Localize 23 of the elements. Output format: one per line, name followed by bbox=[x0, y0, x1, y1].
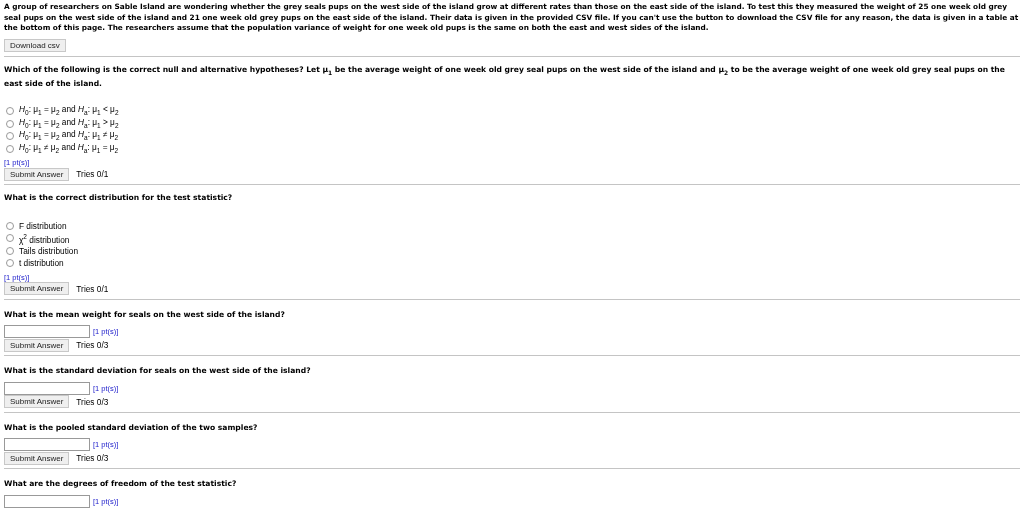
option-label: χ$^{2}$ distribution bbox=[19, 231, 70, 245]
tries-label: Tries 0/1 bbox=[76, 169, 109, 179]
option-label: H$_{0}$: μ$_{1}$ ≠ μ$_{2}$ and H$_{a}$: μ$_{1}$ = μ$_{2}$ bbox=[19, 141, 119, 156]
tries-label: Tries 0/3 bbox=[76, 340, 109, 350]
answer-field[interactable] bbox=[4, 381, 90, 395]
tries-label: Tries 0/3 bbox=[76, 453, 109, 463]
submit-button[interactable]: Submit Answer bbox=[4, 395, 70, 408]
download-button[interactable]: Download csv bbox=[4, 38, 66, 52]
submit-button[interactable]: Submit Answer bbox=[4, 282, 70, 295]
option-label: F distribution bbox=[19, 220, 67, 231]
submit-button[interactable]: Submit Answer bbox=[4, 338, 70, 352]
option-label: H$_{0}$: μ$_{1}$ = μ$_{2}$ and H$_{a}$: μ$_{1}$ < μ$_{2}$ bbox=[19, 104, 119, 118]
option-label: Tails distribution bbox=[19, 245, 79, 256]
submit-button[interactable]: Submit Answer bbox=[4, 167, 70, 181]
answer-field[interactable] bbox=[4, 438, 90, 451]
answer-field[interactable] bbox=[4, 325, 90, 338]
option-label: H$_{0}$: μ$_{1}$ = μ$_{2}$ and H$_{a}$: μ$_{1}$ > μ$_{2}$ bbox=[19, 116, 119, 130]
tries-label: Tries 0/3 bbox=[76, 396, 109, 407]
answer-field[interactable] bbox=[4, 494, 90, 508]
tries-label: Tries 0/1 bbox=[76, 283, 109, 294]
option-label: t distribution bbox=[19, 258, 64, 269]
submit-button[interactable]: Submit Answer bbox=[4, 451, 70, 465]
option-label: H$_{0}$: μ$_{1}$ = μ$_{2}$ and H$_{a}$: μ$_{1}$ ≠ μ$_{2}$ bbox=[19, 129, 119, 143]
